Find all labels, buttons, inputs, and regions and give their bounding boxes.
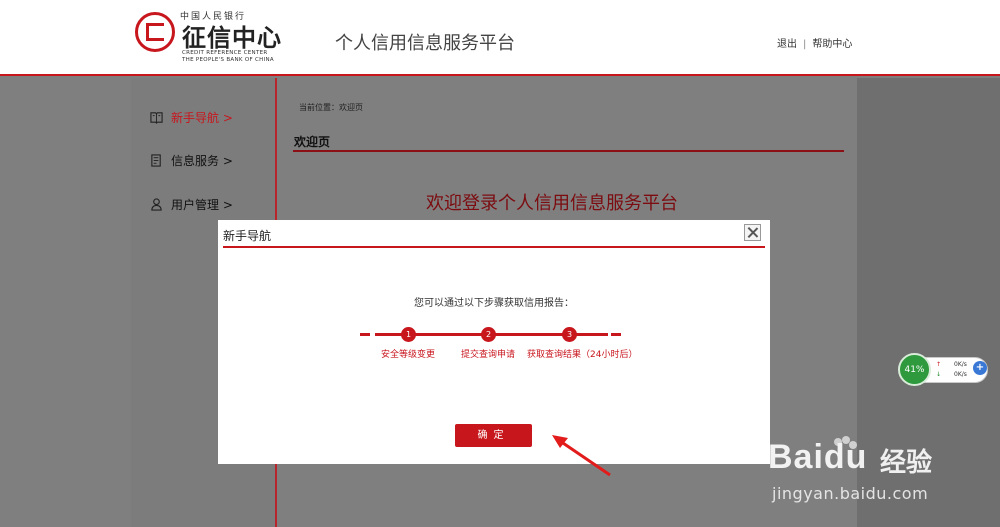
page-title: 欢迎页 — [294, 135, 331, 149]
dialog-intro-text: 您可以通过以下步骤获取信用报告： — [414, 298, 574, 309]
welcome-text: 欢迎登录个人信用信息服务平台 — [426, 193, 678, 214]
beginner-guide-dialog: 新手导航 您可以通过以下步骤获取信用报告： 1 2 3 安全等级变更 提交查询申… — [218, 220, 770, 464]
plus-icon[interactable]: + — [973, 361, 987, 375]
logout-link[interactable]: 退出 — [777, 39, 797, 50]
sidebar-item-info-services[interactable]: 信息服务 > — [150, 150, 233, 170]
sidebar-item-label: 新手导航 > — [171, 110, 233, 125]
usage-percent: 41% — [898, 353, 931, 386]
step-label-1: 安全等级变更 — [381, 350, 436, 360]
step-number-1: 1 — [401, 327, 416, 342]
top-links: 退出 | 帮助中心 — [777, 35, 852, 50]
logo-english-line2: THE PEOPLE'S BANK OF CHINA — [182, 57, 274, 63]
step-progress: 1 2 3 安全等级变更 提交查询申请 获取查询结果（24小时后） — [218, 326, 770, 366]
step-number-3: 3 — [562, 327, 577, 342]
step-dash-left — [360, 333, 370, 336]
user-icon — [151, 197, 162, 211]
upload-arrow-icon: ↑ — [936, 361, 942, 368]
dialog-divider — [223, 246, 765, 248]
watermark-brand: Baidu — [768, 438, 868, 476]
step-number-2: 2 — [481, 327, 496, 342]
credit-center-logo-icon — [135, 12, 175, 52]
watermark-url: jingyan.baidu.com — [772, 484, 929, 503]
dialog-title: 新手导航 — [223, 229, 272, 243]
watermark-brand-cn: 经验 — [880, 448, 933, 478]
confirm-button[interactable]: 确定 — [455, 424, 532, 447]
upload-speed: 0K/s — [954, 361, 967, 368]
platform-title: 个人信用信息服务平台 — [335, 33, 515, 54]
close-icon[interactable] — [744, 224, 761, 241]
logo-name: 征信中心 — [182, 23, 282, 52]
step-label-3: 获取查询结果（24小时后） — [527, 350, 638, 360]
step-dash-right — [611, 333, 621, 336]
download-arrow-icon: ↓ — [936, 371, 942, 378]
book-icon — [150, 111, 163, 124]
sidebar-item-label: 信息服务 > — [171, 153, 233, 168]
download-speed: 0K/s — [954, 371, 967, 378]
annotation-arrow-icon — [552, 435, 611, 477]
sidebar-item-beginner-guide[interactable]: 新手导航 > — [150, 107, 233, 127]
help-center-link[interactable]: 帮助中心 — [812, 39, 852, 50]
header: 中国人民银行 征信中心 CREDIT REFERENCE CENTER THE … — [0, 0, 1000, 76]
title-divider — [293, 150, 844, 152]
baidu-jingyan-watermark: Baidu 经验 jingyan.baidu.com — [766, 436, 996, 526]
sidebar-item-user-management[interactable]: 用户管理 > — [150, 194, 233, 214]
link-separator: | — [803, 39, 807, 50]
logo-english-line1: CREDIT REFERENCE CENTER — [182, 50, 268, 56]
document-icon — [151, 153, 161, 167]
step-label-2: 提交查询申请 — [461, 350, 516, 360]
breadcrumb: 当前位置：欢迎页 — [299, 103, 363, 112]
sidebar-item-label: 用户管理 > — [171, 197, 233, 212]
network-speed-widget[interactable]: 41% ↑ ↓ 0K/s 0K/s + — [898, 353, 990, 387]
